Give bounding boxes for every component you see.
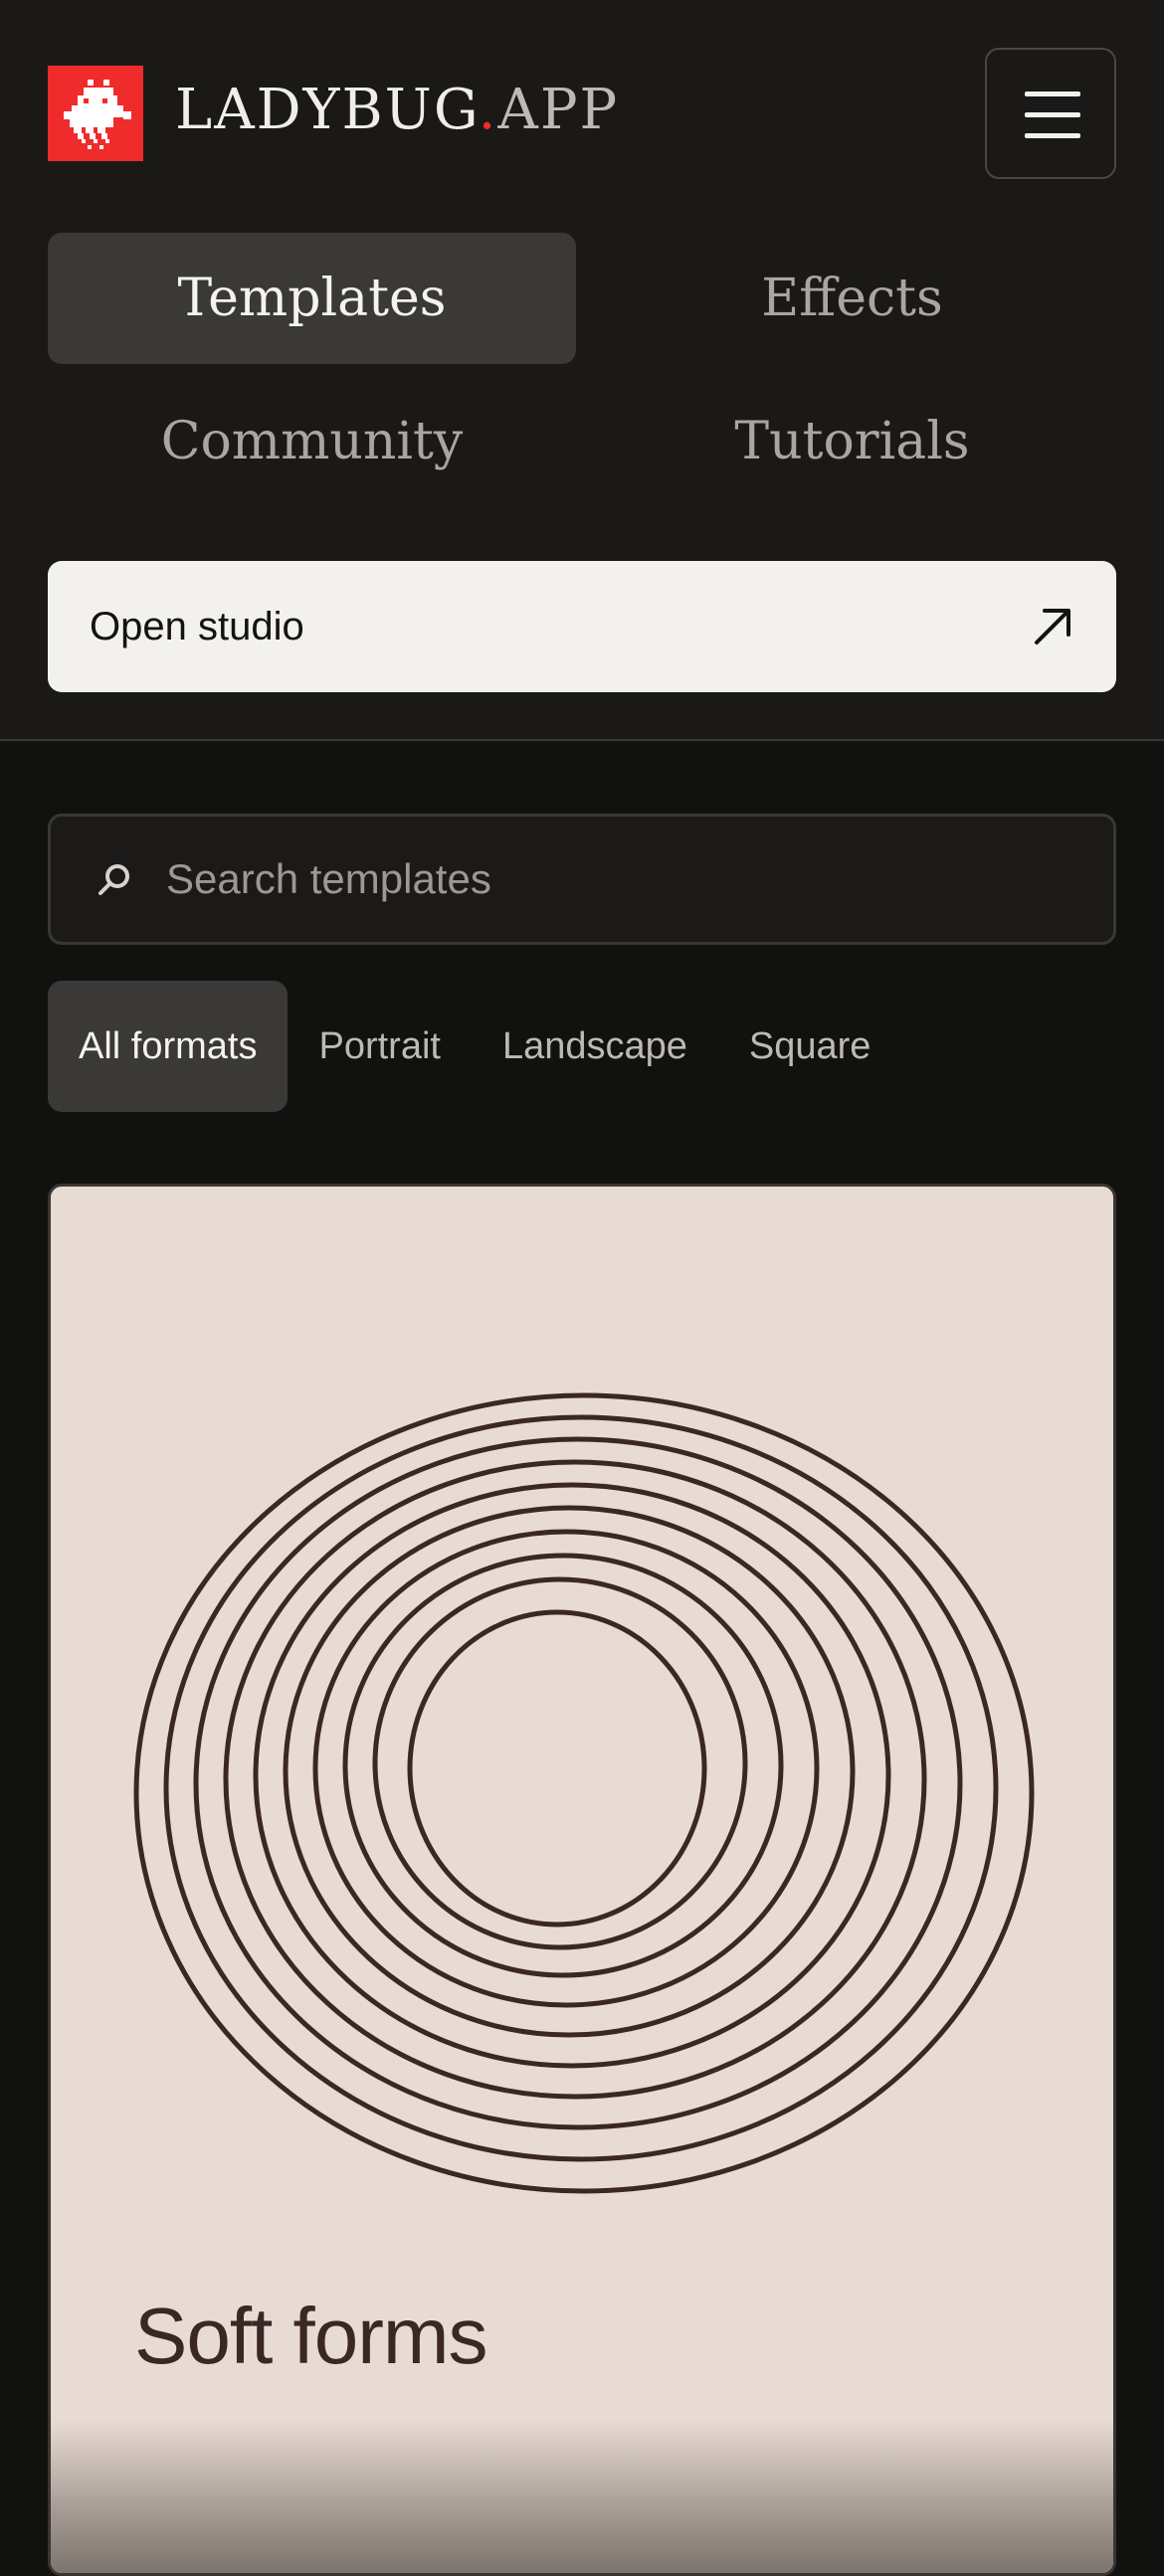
filter-landscape[interactable]: Landscape: [472, 981, 718, 1112]
hamburger-menu-button[interactable]: [985, 48, 1116, 179]
brand-dot: .: [478, 78, 498, 142]
hamburger-menu-icon-bar-3: [1025, 133, 1080, 138]
search-box: [48, 814, 1116, 945]
search-input[interactable]: [166, 817, 1062, 942]
nav-item-templates[interactable]: Templates: [48, 233, 576, 364]
hamburger-menu-icon-bar-1: [1025, 92, 1080, 96]
template-title: Soft forms: [134, 2292, 488, 2380]
arrow-up-right-icon: [1035, 609, 1070, 644]
brand-wordmark[interactable]: LADYBUG.APP: [175, 76, 619, 145]
nav-item-effects[interactable]: Effects: [588, 233, 1116, 364]
nav-item-tutorials[interactable]: Tutorials: [588, 376, 1116, 507]
open-studio-button[interactable]: Open studio: [48, 561, 1116, 692]
filter-all-formats[interactable]: All formats: [48, 981, 289, 1112]
nav-item-community[interactable]: Community: [48, 376, 576, 507]
filter-portrait[interactable]: Portrait: [288, 981, 471, 1112]
brand-tld: APP: [497, 78, 620, 142]
ladybug-logo-icon[interactable]: [48, 66, 143, 161]
search-icon: [98, 864, 129, 895]
filter-square[interactable]: Square: [718, 981, 902, 1112]
header-region: LADYBUG.APP Templates Effects Community …: [0, 0, 1164, 741]
card-bottom-fade: [51, 2420, 1113, 2573]
brand-name: LADYBUG: [175, 78, 479, 142]
open-studio-label: Open studio: [90, 605, 304, 648]
hamburger-menu-icon-bar-2: [1025, 112, 1080, 117]
format-filter-group: All formats Portrait Landscape Square: [48, 981, 901, 1112]
template-card[interactable]: Soft forms: [48, 1184, 1116, 2576]
